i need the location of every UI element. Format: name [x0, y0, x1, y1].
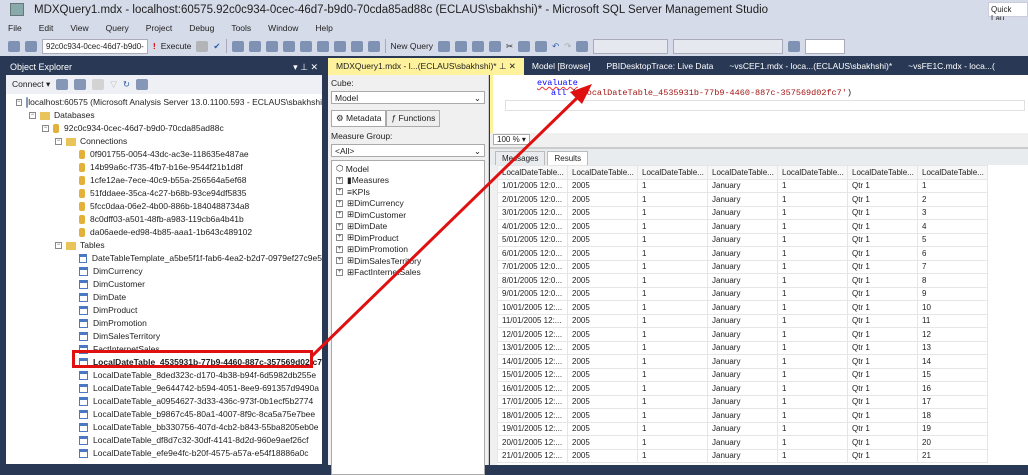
annotation-arrow	[310, 84, 592, 358]
arrow-line	[310, 95, 580, 358]
